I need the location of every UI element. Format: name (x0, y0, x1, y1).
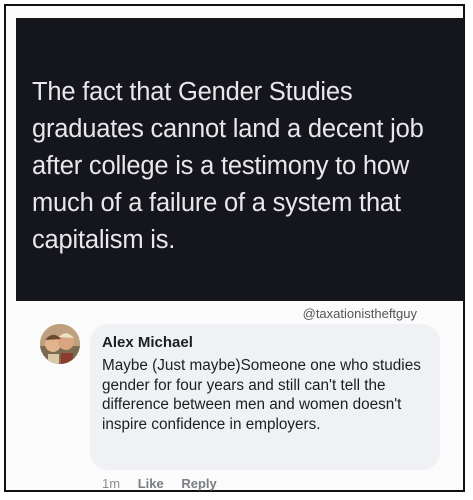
like-button[interactable]: Like (138, 476, 164, 491)
screenshot-frame: The fact that Gender Studies graduates c… (4, 4, 465, 492)
avatar-image (40, 324, 80, 364)
tweet-text: The fact that Gender Studies graduates c… (32, 78, 424, 254)
tweet-card: The fact that Gender Studies graduates c… (16, 18, 464, 301)
reply-button[interactable]: Reply (181, 476, 216, 491)
account-handle[interactable]: @taxationistheftguy (303, 306, 417, 321)
comment-bubble: Alex Michael Maybe (Just maybe)Someone o… (90, 324, 440, 470)
avatar[interactable] (40, 324, 80, 364)
comment-text: Maybe (Just maybe)Someone one who studie… (102, 357, 421, 434)
comment-actions: 1m Like Reply (102, 476, 231, 491)
comment-timestamp[interactable]: 1m (102, 476, 120, 491)
comment-author[interactable]: Alex Michael (102, 334, 193, 351)
